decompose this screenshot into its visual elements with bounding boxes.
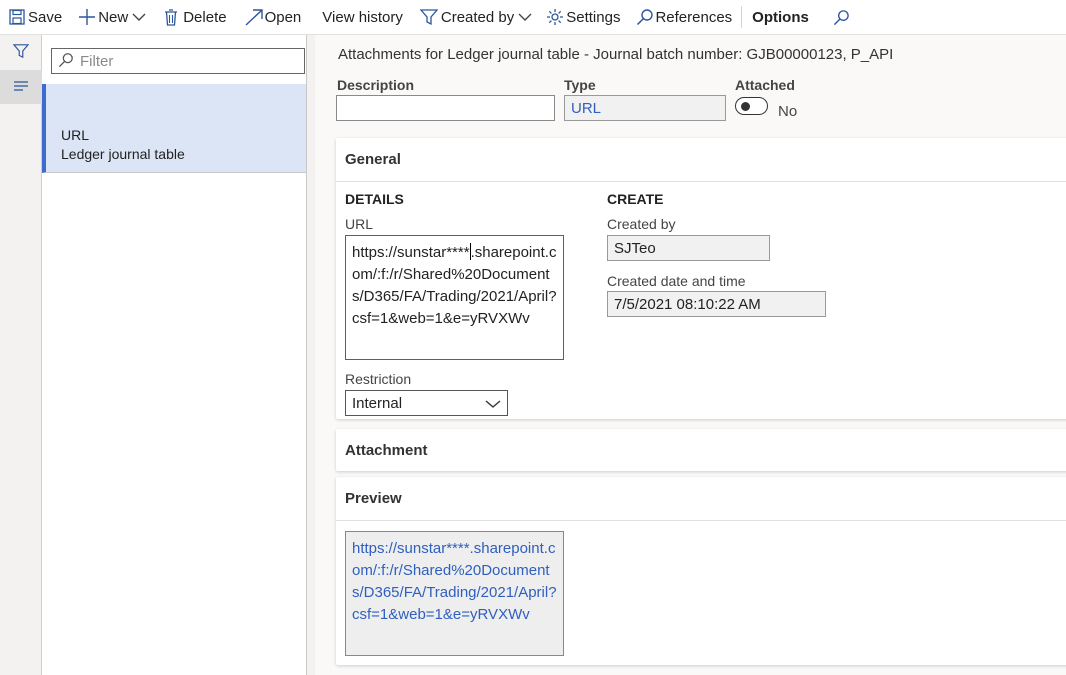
- filter-icon: [419, 8, 438, 26]
- url-label: URL: [345, 216, 374, 232]
- created-by-filter-button[interactable]: Created by: [419, 0, 532, 35]
- list-item-type: URL: [61, 127, 90, 143]
- created-by-field[interactable]: SJTeo: [607, 235, 770, 261]
- created-date-label: Created date and time: [607, 273, 746, 289]
- attached-toggle[interactable]: [735, 97, 768, 115]
- details-pane: Attachments for Ledger journal table - J…: [315, 35, 1066, 675]
- page-title: Attachments for Ledger journal table - J…: [338, 46, 894, 63]
- filter-field[interactable]: [51, 48, 305, 74]
- chevron-down-icon: [132, 12, 146, 22]
- toggle-knob: [741, 101, 750, 111]
- show-list-button[interactable]: [0, 70, 42, 104]
- url-textarea[interactable]: https://sunstar****.sharepoint.com/:f:/r…: [345, 235, 564, 360]
- side-rail: [0, 35, 42, 675]
- search-icon: [833, 9, 850, 26]
- general-section-header[interactable]: General: [336, 138, 1066, 182]
- list-icon: [13, 79, 29, 95]
- new-label: New: [98, 8, 129, 26]
- filter-icon: [12, 43, 30, 62]
- open-label: Open: [264, 8, 302, 26]
- toolbar-divider: [741, 6, 743, 28]
- created-date-field[interactable]: 7/5/2021 08:10:22 AM: [607, 291, 826, 317]
- general-section: General DETAILS URL https://sunstar****.…: [336, 138, 1066, 419]
- create-heading: CREATE: [607, 191, 664, 207]
- attachment-section: Attachment: [336, 429, 1066, 471]
- open-button[interactable]: Open: [244, 0, 302, 35]
- restriction-label: Restriction: [345, 371, 412, 387]
- new-button[interactable]: New: [78, 0, 146, 35]
- chevron-down-icon: [518, 12, 532, 22]
- attachment-section-header[interactable]: Attachment: [336, 429, 1066, 471]
- save-button[interactable]: Save: [9, 0, 62, 35]
- type-label: Type: [564, 77, 596, 93]
- created-by-label: Created by: [440, 8, 515, 26]
- filter-input[interactable]: [78, 51, 288, 71]
- view-history-button[interactable]: View history: [322, 0, 403, 35]
- delete-label: Delete: [183, 8, 227, 26]
- options-label: Options: [752, 8, 809, 26]
- url-text-before-caret: https://sunstar****: [352, 244, 470, 261]
- description-field[interactable]: [336, 95, 555, 121]
- show-filters-button[interactable]: [0, 35, 42, 69]
- attachments-list-pane: URL Ledger journal table: [42, 35, 307, 675]
- preview-section-header[interactable]: Preview: [336, 477, 1066, 521]
- description-label: Description: [337, 77, 415, 93]
- pane-divider: [307, 35, 315, 675]
- attached-value: No: [778, 103, 798, 120]
- preview-link[interactable]: https://sunstar****.sharepoint.com/:f:/r…: [345, 531, 564, 656]
- search-button[interactable]: [833, 0, 850, 35]
- gear-icon: [546, 8, 564, 26]
- options-tab[interactable]: Options: [752, 0, 809, 35]
- details-heading: DETAILS: [345, 191, 404, 207]
- restriction-select[interactable]: Internal: [345, 390, 508, 416]
- settings-label: Settings: [566, 8, 621, 26]
- restriction-value: Internal: [352, 394, 403, 412]
- delete-button[interactable]: Delete: [164, 0, 227, 35]
- list-item-name: Ledger journal table: [61, 146, 185, 162]
- search-icon: [58, 52, 74, 71]
- settings-button[interactable]: Settings: [546, 0, 620, 35]
- save-label: Save: [28, 8, 63, 26]
- preview-section: Preview https://sunstar****.sharepoint.c…: [336, 477, 1066, 665]
- view-history-label: View history: [322, 8, 403, 26]
- type-field[interactable]: URL: [564, 95, 726, 121]
- search-icon: [636, 8, 654, 26]
- save-icon: [9, 9, 25, 25]
- trash-icon: [164, 8, 178, 26]
- action-pane: Save New Delete Open View history Create…: [0, 0, 1066, 35]
- references-label: References: [655, 8, 733, 26]
- list-item[interactable]: URL Ledger journal table: [42, 84, 306, 173]
- open-arrow-icon: [244, 8, 264, 26]
- references-button[interactable]: References: [636, 0, 732, 35]
- created-by-label: Created by: [607, 216, 676, 232]
- plus-icon: [78, 8, 96, 26]
- attached-label: Attached: [735, 77, 795, 93]
